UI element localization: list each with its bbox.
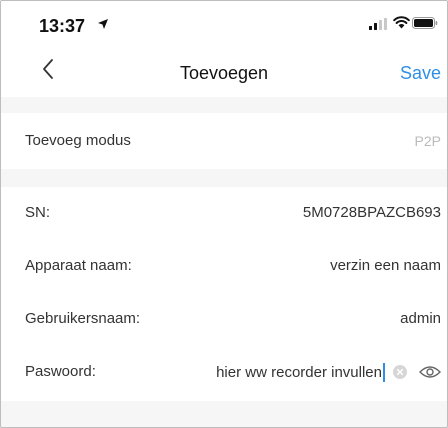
sn-row: SN: 5M0728BPAZCB693 xyxy=(1,187,447,239)
device-fields-section: SN: 5M0728BPAZCB693 Apparaat naam: verzi… xyxy=(1,187,447,401)
mode-value: P2P xyxy=(414,133,441,149)
save-button[interactable]: Save xyxy=(400,63,441,84)
mode-label: Toevoeg modus xyxy=(25,132,131,149)
password-row: Paswoord: xyxy=(1,346,447,398)
page-title: Toevoegen xyxy=(179,63,269,83)
device-name-row: Apparaat naam: verzin een naam xyxy=(1,240,447,292)
cellular-signal-icon xyxy=(369,18,387,30)
device-name-field[interactable]: verzin een naam xyxy=(330,257,441,274)
sn-field[interactable]: 5M0728BPAZCB693 xyxy=(303,204,441,221)
status-time: 13:37 xyxy=(39,16,86,36)
navigation-bar: Toevoegen Save xyxy=(1,41,447,97)
password-field[interactable] xyxy=(182,363,382,381)
password-label: Paswoord: xyxy=(25,363,96,380)
status-bar: 13:37 xyxy=(1,1,447,41)
mode-row[interactable]: Toevoeg modus P2P xyxy=(1,115,447,167)
username-field[interactable]: admin xyxy=(400,310,441,327)
eye-icon[interactable] xyxy=(419,364,441,380)
device-name-label: Apparaat naam: xyxy=(25,257,132,274)
mode-section: Toevoeg modus P2P xyxy=(1,113,447,169)
password-field-wrapper xyxy=(182,360,441,384)
clear-icon[interactable] xyxy=(393,365,407,379)
text-cursor xyxy=(383,362,385,382)
sn-label: SN: xyxy=(25,204,51,221)
screen: 13:37 Toevoegen Save Toevoeg modus P2P S… xyxy=(0,0,448,428)
username-label: Gebruikersnaam: xyxy=(25,310,141,327)
location-arrow-icon xyxy=(98,19,108,29)
battery-icon xyxy=(412,17,438,29)
username-row: Gebruikersnaam: admin xyxy=(1,293,447,345)
wifi-icon xyxy=(393,16,410,29)
